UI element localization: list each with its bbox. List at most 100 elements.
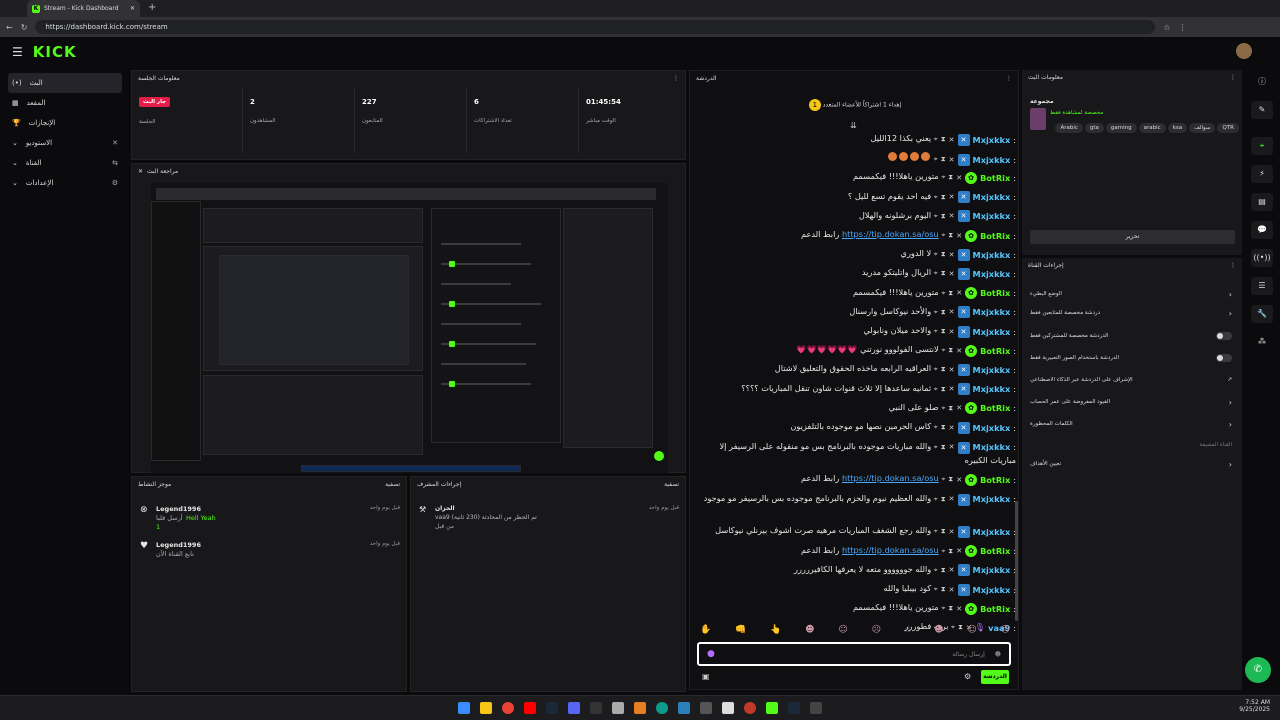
info-icon[interactable]: ⓘ [1251, 73, 1273, 91]
clock[interactable]: 7:52 AM 9/25/2025 [1238, 699, 1270, 713]
chat-message[interactable]: ⌖ ⧗ ✕ ✿ BotRix: صلو على النبي [694, 402, 1016, 415]
channel-action-item[interactable]: الإشراف على الدردشة عبر الذكاء الاصطناعي… [1022, 371, 1240, 389]
app-icon[interactable] [810, 702, 822, 714]
ban-icon[interactable]: ✕ [949, 193, 955, 201]
ban-icon[interactable]: ✕ [956, 232, 962, 240]
ban-icon[interactable]: ✕ [949, 586, 955, 594]
chat-message[interactable]: ⌖ ⧗ ✕ ✕ Mxjxkkx: اليوم برشلونه والهلال [694, 210, 1016, 223]
browser-tab[interactable]: K Stream - Kick Dashboard ✕ [27, 0, 140, 17]
sidebar-item-stream[interactable]: (•) البث [8, 73, 122, 93]
pin-icon[interactable]: ⌖ [934, 155, 938, 164]
timeout-icon[interactable]: ⧗ [948, 173, 953, 182]
chat-message[interactable]: ⌖⧗✕✿BotRix: https://tip.dokan.sa/osu راب… [694, 545, 1016, 558]
discord-icon[interactable] [568, 702, 580, 714]
chat-message[interactable]: ⌖ ⧗ ✕ ✕ Mxjxkkx: والله مباريات موجوده بالبرن… [694, 440, 1016, 467]
gear-icon[interactable]: ⚙ [964, 672, 971, 681]
pin-icon[interactable]: ⌖ [941, 604, 945, 613]
ban-icon[interactable]: ✕ [956, 605, 962, 613]
pin-icon[interactable]: ⌖ [934, 269, 938, 278]
pin-icon[interactable]: ⌖ [934, 441, 938, 454]
app-icon[interactable] [744, 702, 756, 714]
steam-icon[interactable] [546, 702, 558, 714]
chat-username[interactable]: Mxjxkkx [973, 365, 1011, 375]
timeout-icon[interactable]: ⧗ [941, 441, 946, 454]
ban-icon[interactable]: ✕ [956, 289, 962, 297]
menu-dots-icon[interactable]: ⋮ [1179, 23, 1187, 32]
pin-icon[interactable]: ⌖ [941, 173, 945, 182]
timeout-icon[interactable]: ⧗ [941, 566, 946, 575]
chat-message[interactable]: ⌖⧗✕✕Mxjxkkx: والله رجع الشغف المباريات م… [694, 525, 1016, 538]
chat-username[interactable]: Mxjxkkx [973, 441, 1011, 454]
kick-app-icon[interactable] [766, 702, 778, 714]
youtube-icon[interactable] [524, 702, 536, 714]
more-icon[interactable]: ⋮ [1006, 75, 1012, 82]
timeout-icon[interactable]: ⧗ [941, 365, 946, 374]
toggle-switch[interactable] [1216, 332, 1232, 340]
chat-username[interactable]: BotRix [980, 604, 1010, 614]
hamburger-icon[interactable]: ☰ [12, 45, 23, 59]
steam-icon[interactable] [788, 702, 800, 714]
timeout-icon[interactable]: ⧗ [941, 193, 946, 202]
timeout-icon[interactable]: ⧗ [941, 385, 946, 394]
ban-icon[interactable]: ✕ [949, 385, 955, 393]
ban-icon[interactable]: ✕ [949, 270, 955, 278]
chrome-icon[interactable] [502, 702, 514, 714]
new-tab-icon[interactable]: + [148, 2, 156, 13]
chat-message[interactable]: ⌖ ⧗ ✕ ✕ Mxjxkkx: والاحد ميلان ونابولي [694, 325, 1016, 338]
timeout-icon[interactable]: ⧗ [941, 212, 946, 221]
pin-icon[interactable]: ⌖ [934, 423, 938, 432]
timeout-icon[interactable]: ⧗ [941, 155, 946, 164]
chat-username[interactable]: BotRix [980, 475, 1010, 485]
pin-icon[interactable]: ⌖ [941, 547, 945, 556]
timeout-icon[interactable]: ⧗ [948, 475, 953, 484]
timeout-icon[interactable]: ⧗ [948, 604, 953, 613]
chat-message-list[interactable]: ⌖ ⧗ ✕ ✕ Mxjxkkx: يعني بكذا 12الليل ⌖ ⧗ ✕ ✕ Mxjxkk… [694, 133, 1016, 633]
chat-input[interactable]: ☻ إرسال رسالة ● [697, 642, 1011, 666]
chat-username[interactable]: BotRix [980, 346, 1010, 356]
ban-icon[interactable]: ✕ [949, 493, 955, 506]
ban-icon[interactable]: ✕ [949, 424, 955, 432]
ban-icon[interactable]: ✕ [956, 547, 962, 555]
more-icon[interactable]: ⋮ [673, 75, 679, 82]
chat-username[interactable]: Mxjxkkx [973, 585, 1011, 595]
chat-username[interactable]: BotRix [980, 231, 1010, 241]
chat-username[interactable]: Mxjxkkx [973, 527, 1011, 537]
reload-icon[interactable]: ↻ [21, 23, 28, 32]
back-icon[interactable]: ← [6, 23, 13, 32]
scroll-down-icon[interactable]: ⇊ [850, 121, 857, 130]
windows-start-icon[interactable] [458, 702, 470, 714]
app-icon[interactable] [700, 702, 712, 714]
chat-message[interactable]: ⌖ ⧗ ✕ ✕ Mxjxkkx: [694, 152, 1016, 166]
pencil-icon[interactable]: ✎ [1251, 101, 1273, 119]
kick-logo[interactable]: KICK [33, 43, 77, 61]
chat-message[interactable]: ⌖⧗✕✿BotRix: متورين ياهلا!!! فيكمسمم [694, 287, 1016, 300]
timeout-icon[interactable]: ⧗ [948, 404, 953, 413]
pin-icon[interactable]: ⌖ [934, 493, 938, 506]
pin-icon[interactable]: ⌖ [934, 385, 938, 394]
sidebar-item-channel[interactable]: ⌄ القناة ⇆ [8, 153, 122, 173]
ban-icon[interactable]: ✕ [949, 566, 955, 574]
timeout-icon[interactable]: ⧗ [941, 135, 946, 144]
edge-icon[interactable] [656, 702, 668, 714]
chat-icon[interactable]: 💬 [1251, 221, 1273, 239]
url-field[interactable]: https://dashboard.kick.com/stream [35, 20, 1156, 34]
pin-icon[interactable]: ⌖ [941, 475, 945, 484]
pin-icon[interactable]: ⌖ [934, 527, 938, 536]
app-icon[interactable] [612, 702, 624, 714]
more-icon[interactable]: ⋮ [1230, 262, 1236, 269]
list-icon[interactable]: ☰ [1251, 277, 1273, 295]
channel-action-item[interactable]: الدردشة باستخدام الصور التعبيرية فقط [1022, 349, 1240, 367]
sidebar-item-dashboard[interactable]: ▦ المقعد [8, 93, 122, 113]
pin-icon[interactable]: ⌖ [934, 308, 938, 317]
chat-username[interactable]: BotRix [980, 403, 1010, 413]
chat-username[interactable]: Mxjxkkx [973, 493, 1011, 506]
pin-icon[interactable]: ⌖ [934, 193, 938, 202]
pin-icon[interactable]: ⌖ [934, 585, 938, 594]
stream-preview-video[interactable] [151, 183, 668, 473]
chat-username[interactable]: BotRix [980, 546, 1010, 556]
channel-action-item[interactable]: دردشة مخصصة للمتابعين فقط › [1022, 304, 1240, 322]
timeout-icon[interactable]: ⧗ [948, 231, 953, 240]
chat-username[interactable]: Mxjxkkx [973, 269, 1011, 279]
chat-message[interactable]: ⌖⧗✕✿BotRix: متورين ياهلا!!! فيكمسمم [694, 602, 1016, 615]
app-icon[interactable] [590, 702, 602, 714]
